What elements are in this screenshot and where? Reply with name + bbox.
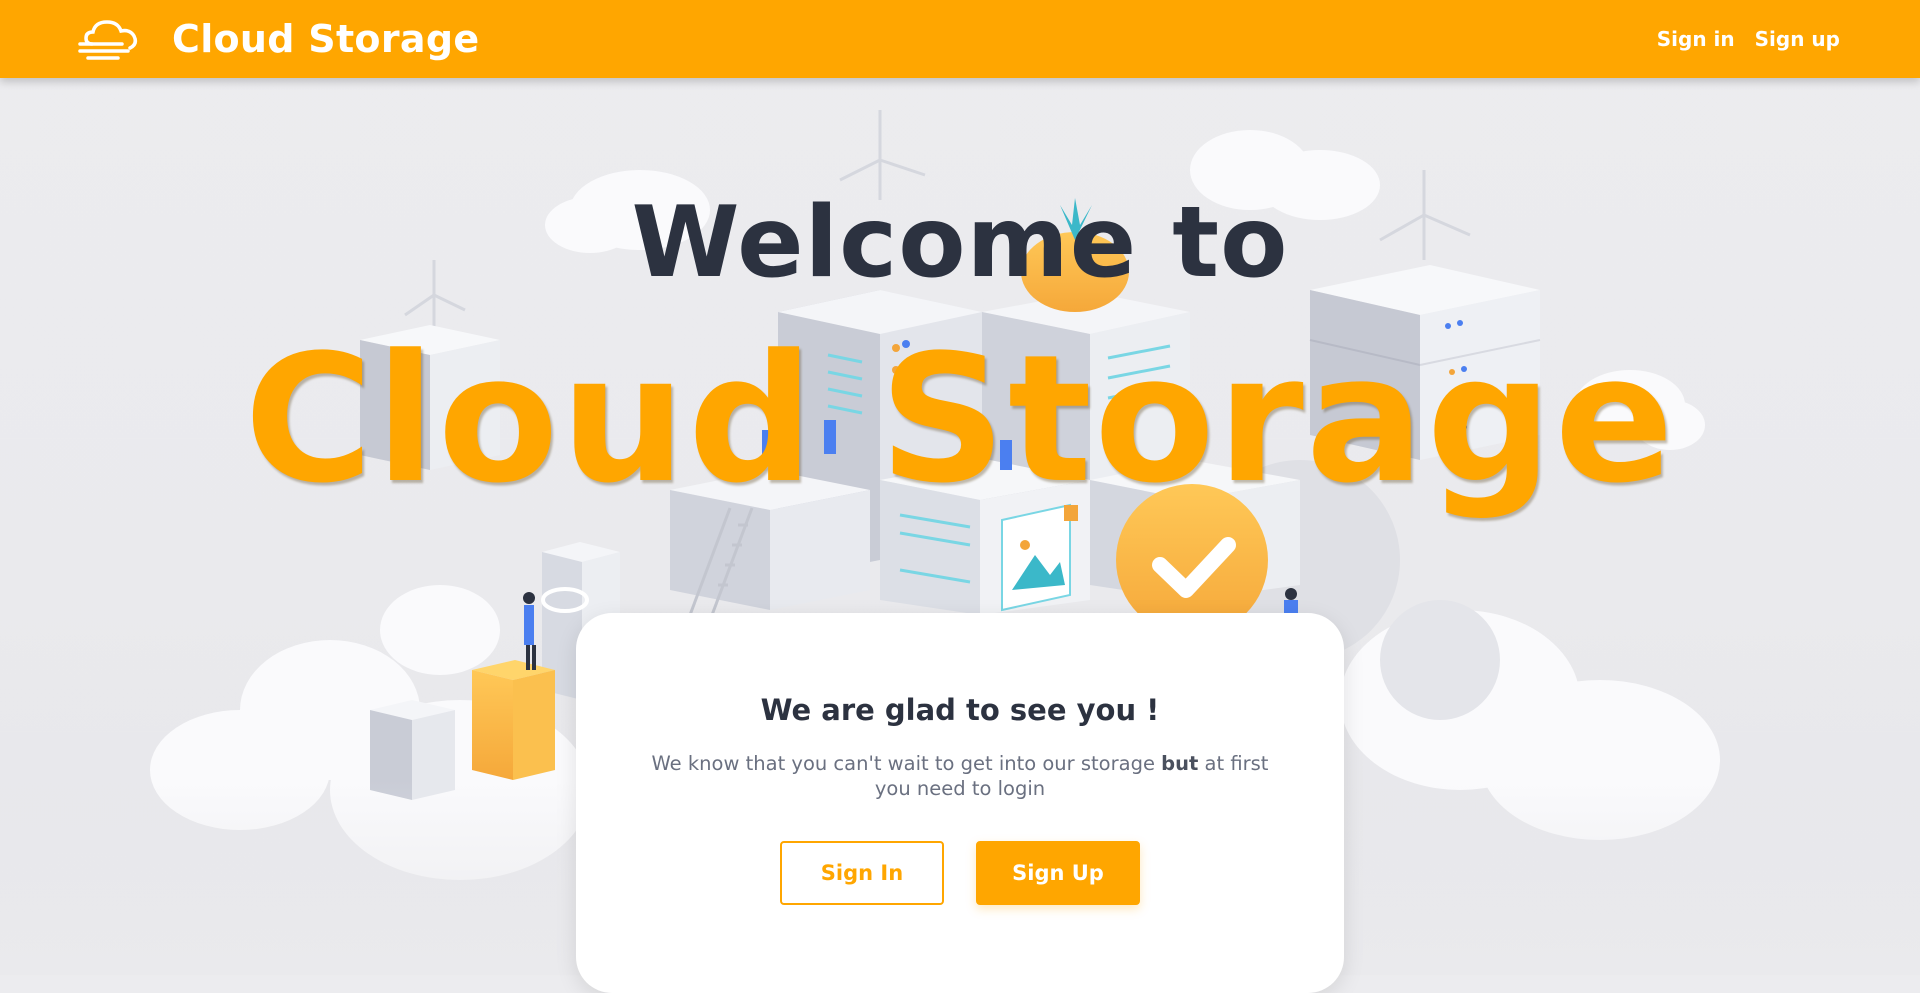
nav-links: Sign in Sign up xyxy=(1657,0,1840,78)
card-heading: We are glad to see you ! xyxy=(760,693,1160,727)
sign-in-button[interactable]: Sign In xyxy=(780,841,944,905)
cloud-icon[interactable] xyxy=(78,14,142,64)
card-text: We know that you can't wait to get into … xyxy=(640,751,1280,801)
card-text-part1: We know that you can't wait to get into … xyxy=(651,752,1162,775)
card-text-bold: but xyxy=(1161,752,1199,775)
welcome-card: We are glad to see you ! We know that yo… xyxy=(576,613,1344,993)
hero-title-welcome: Welcome to xyxy=(631,186,1289,300)
sign-up-button[interactable]: Sign Up xyxy=(976,841,1140,905)
hero-title-brand: Cloud Storage xyxy=(244,317,1676,522)
nav-sign-in-link[interactable]: Sign in xyxy=(1657,27,1735,51)
brand-title[interactable]: Cloud Storage xyxy=(172,14,479,64)
nav-sign-up-link[interactable]: Sign up xyxy=(1755,27,1840,51)
navbar: Cloud Storage Sign in Sign up xyxy=(0,0,1920,78)
